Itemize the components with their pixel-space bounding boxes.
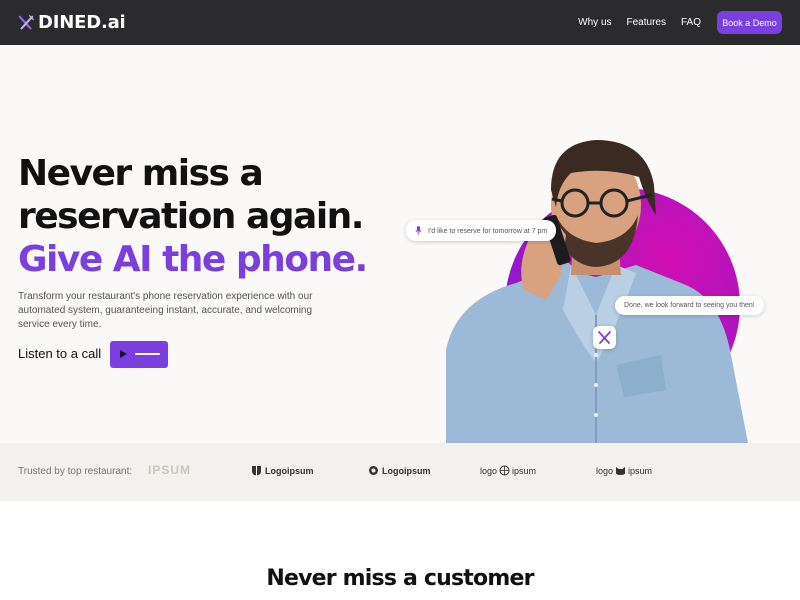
audio-progress-bar bbox=[135, 353, 160, 355]
fork-knife-icon bbox=[598, 331, 611, 344]
section-title: Never miss a customer bbox=[266, 566, 534, 591]
play-icon bbox=[120, 350, 127, 358]
partner-logo-5-text-a: logo bbox=[596, 465, 614, 476]
fork-knife-icon bbox=[18, 14, 34, 29]
partner-logo-5-text-b: ipsum bbox=[628, 465, 653, 476]
top-navbar: DINED.ai Why us Features FAQ Book a Demo bbox=[0, 0, 800, 45]
headline-line-3: Give AI the phone. bbox=[18, 239, 368, 280]
partner-logo-1-text: IPSUM bbox=[148, 463, 192, 477]
ai-speech-text: Done, we look forward to seeing you then… bbox=[624, 302, 755, 309]
hero-section: Never miss a reservation again. Give AI … bbox=[0, 45, 800, 443]
partner-logo-3-text: Logoipsum bbox=[382, 465, 431, 476]
mic-icon bbox=[415, 226, 422, 235]
brand-logo[interactable]: DINED.ai bbox=[17, 12, 126, 33]
gear-icon bbox=[369, 466, 378, 475]
globe-icon bbox=[499, 465, 510, 476]
partner-logo-4-text-b: ipsum bbox=[512, 465, 537, 476]
hero-headline: Never miss a reservation again. Give AI … bbox=[18, 152, 368, 281]
man-on-phone-image bbox=[446, 140, 748, 443]
headline-line-1: Never miss a bbox=[18, 153, 264, 194]
shield-icon bbox=[252, 466, 261, 476]
caller-speech-bubble: I'd like to reserve for tomorrow at 7 pm bbox=[406, 220, 557, 241]
nav-link-why-us[interactable]: Why us bbox=[578, 17, 611, 28]
listen-label: Listen to a call bbox=[18, 346, 102, 361]
brand-name: DINED.ai bbox=[38, 12, 126, 33]
partner-logo-5: logo ipsum bbox=[596, 465, 652, 476]
partner-logo-4: logo ipsum bbox=[480, 465, 536, 476]
partner-logo-1: IPSUM bbox=[148, 463, 191, 477]
partner-logo-2-text: Logoipsum bbox=[265, 465, 314, 476]
partner-logo-3: Logoipsum bbox=[368, 465, 431, 476]
nav-link-faq[interactable]: FAQ bbox=[681, 17, 701, 28]
ai-badge bbox=[593, 326, 616, 349]
play-call-button[interactable] bbox=[110, 341, 168, 368]
cat-icon bbox=[616, 467, 626, 475]
ai-speech-bubble: Done, we look forward to seeing you then… bbox=[615, 296, 764, 315]
trusted-label: Trusted by top restaurant: bbox=[18, 466, 133, 477]
nav-links: Why us Features FAQ Book a Demo bbox=[578, 11, 782, 34]
book-demo-button[interactable]: Book a Demo bbox=[717, 11, 782, 34]
hero-description: Transform your restaurant's phone reserv… bbox=[18, 291, 313, 330]
headline-line-2: reservation again. bbox=[18, 196, 364, 237]
partner-logo-2: Logoipsum bbox=[251, 465, 314, 476]
partner-logo-4-text-a: logo bbox=[480, 465, 498, 476]
nav-link-features[interactable]: Features bbox=[627, 17, 666, 28]
trusted-bar: Trusted by top restaurant: IPSUM Logoips… bbox=[0, 443, 800, 501]
caller-speech-text: I'd like to reserve for tomorrow at 7 pm bbox=[427, 228, 548, 235]
